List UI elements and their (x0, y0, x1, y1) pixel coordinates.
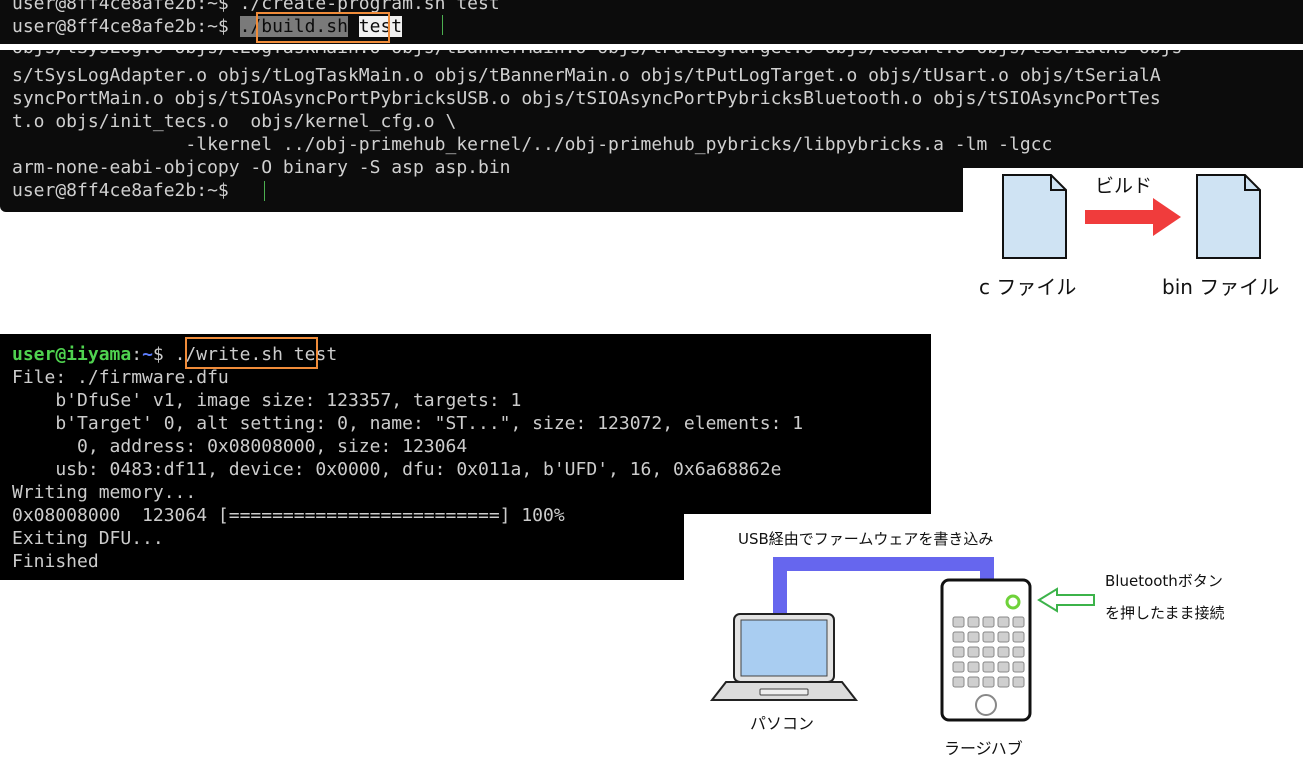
terminal-line: Exiting DFU... (12, 528, 164, 549)
terminal-line: File: ./firmware.dfu (12, 367, 229, 388)
hub-center-button-icon (975, 694, 997, 716)
terminal-line: 0, address: 0x08008000, size: 123064 (12, 436, 468, 457)
c-file-icon (1002, 174, 1067, 259)
bluetooth-arrow-icon (1037, 587, 1095, 613)
bluetooth-note-line2: を押したまま接続 (1105, 604, 1225, 622)
usb-cable-label: USB経由でファームウェアを書き込み (738, 530, 994, 548)
build-arrow-label: ビルド (1095, 175, 1153, 197)
terminal-line: t.o objs/init_tecs.o objs/kernel_cfg.o \ (12, 111, 457, 132)
bin-file-icon (1196, 174, 1261, 259)
hub-label: ラージハブ (944, 739, 1023, 758)
pc-label: パソコン (750, 714, 815, 733)
write-diagram: USB経由でファームウェアを書き込み パソコン ラージハブ Bluetoothボ… (684, 514, 1314, 768)
source-file-label: c ファイル (979, 275, 1077, 299)
terminal-line: syncPortMain.o objs/tSIOAsyncPortPybrick… (12, 88, 1161, 109)
terminal-line: 0x08008000 123064 [=====================… (12, 505, 565, 526)
terminal-prompt: user@8ff4ce8afe2b:~$ (12, 16, 240, 37)
terminal-line: usb: 0483:df11, device: 0x0000, dfu: 0x0… (12, 459, 782, 480)
laptop-icon (709, 613, 859, 701)
prompt-directory: ~ (142, 344, 153, 365)
terminal-line: b'DfuSe' v1, image size: 123357, targets… (12, 390, 522, 411)
terminal-line: objs/tSysLog.o objs/tLogTaskMain.o objs/… (12, 50, 1182, 59)
terminal-line: Writing memory... (12, 482, 197, 503)
target-file-label: bin ファイル (1162, 275, 1280, 299)
hub-icon (940, 578, 1032, 722)
prompt-symbol: $ (152, 344, 175, 365)
terminal-cursor (264, 181, 265, 201)
bluetooth-note-line1: Bluetoothボタン (1105, 572, 1223, 590)
terminal-cursor (442, 15, 443, 35)
build-diagram: ビルド c ファイル bin ファイル (963, 168, 1303, 300)
prompt-separator: : (131, 344, 143, 365)
write-command-highlight (185, 337, 318, 369)
build-arrow-icon (1085, 198, 1181, 236)
terminal-line: s/tSysLogAdapter.o objs/tLogTaskMain.o o… (12, 65, 1161, 86)
terminal-line: -lkernel ../obj-primehub_kernel/../obj-p… (12, 134, 1053, 155)
prompt-user: user@iiyama (12, 344, 132, 365)
build-command-highlight (256, 12, 390, 43)
terminal-line: arm-none-eabi-objcopy -O binary -S asp a… (12, 157, 511, 178)
terminal-line: b'Target' 0, alt setting: 0, name: "ST..… (12, 413, 804, 434)
terminal-line: Finished (12, 551, 99, 572)
terminal-line: user@8ff4ce8afe2b:~$ (12, 180, 240, 201)
bluetooth-button-icon (1005, 594, 1021, 610)
